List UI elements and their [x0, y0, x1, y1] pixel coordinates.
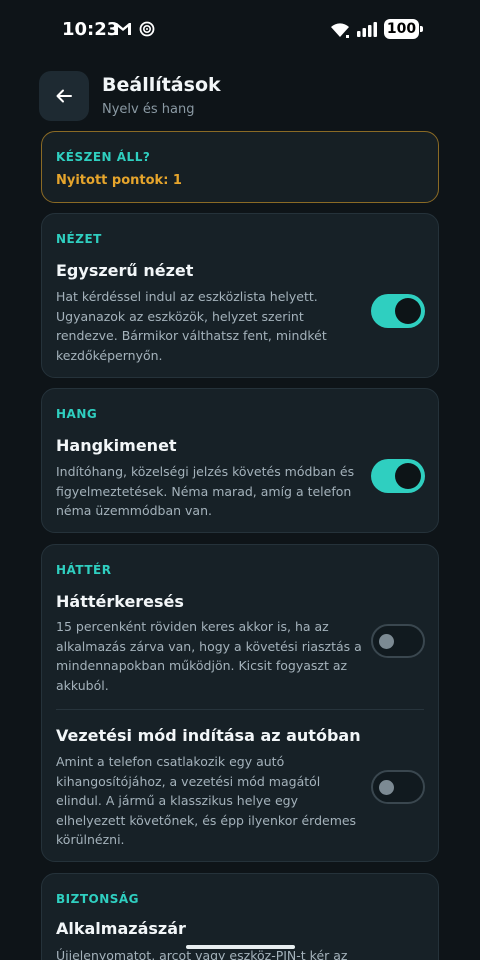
page-title: Beállítások	[102, 74, 221, 96]
toggle-knob	[379, 780, 394, 795]
background-search-title: Háttérkeresés	[56, 592, 184, 611]
background-section-card: HÁTTÉR Háttérkeresés 15 percenként rövid…	[41, 544, 439, 862]
section-label-sound: HANG	[56, 407, 98, 421]
toggle-knob	[395, 463, 421, 489]
section-label-view: NÉZET	[56, 232, 102, 246]
status-bar: 10:23 100	[0, 0, 480, 60]
battery-icon: 100	[384, 19, 423, 39]
open-points-text: Nyitott pontok: 1	[56, 173, 182, 188]
sound-output-toggle[interactable]	[371, 459, 425, 493]
back-button[interactable]	[39, 71, 89, 121]
toggle-knob	[379, 634, 394, 649]
driving-mode-title: Vezetési mód indítása az autóban	[56, 726, 361, 745]
status-time: 10:23	[62, 19, 120, 40]
background-search-toggle[interactable]	[371, 624, 425, 658]
simple-view-title: Egyszerű nézet	[56, 261, 194, 280]
sound-output-description: Indítóhang, közelségi jelzés követés mód…	[56, 464, 355, 518]
battery-level: 100	[386, 21, 417, 37]
sound-section-card: HANG Hangkimenet Indítóhang, közelségi j…	[41, 388, 439, 533]
wifi-icon	[331, 23, 349, 38]
driving-mode-description: Amint a telefon csatlakozik egy autó kih…	[56, 754, 357, 847]
app-lock-title: Alkalmazászár	[56, 919, 186, 938]
ready-label: KÉSZEN ÁLL?	[56, 150, 151, 164]
divider	[56, 709, 424, 710]
ready-card[interactable]: KÉSZEN ÁLL? Nyitott pontok: 1	[41, 131, 439, 203]
simple-view-description: Hat kérdéssel indul az eszközlista helye…	[56, 289, 327, 363]
driving-mode-toggle[interactable]	[371, 770, 425, 804]
view-section-card: NÉZET Egyszerű nézet Hat kérdéssel indul…	[41, 213, 439, 378]
section-label-security: BIZTONSÁG	[56, 892, 140, 906]
ring-icon	[139, 21, 155, 37]
section-label-background: HÁTTÉR	[56, 563, 112, 577]
home-indicator[interactable]	[186, 945, 295, 949]
background-search-description: 15 percenként röviden keres akkor is, ha…	[56, 619, 362, 693]
signal-icon	[357, 22, 377, 37]
gmail-icon	[115, 23, 131, 35]
toggle-knob	[395, 298, 421, 324]
sound-output-title: Hangkimenet	[56, 436, 177, 455]
back-arrow-icon	[56, 89, 72, 103]
simple-view-toggle[interactable]	[371, 294, 425, 328]
page-subtitle: Nyelv és hang	[102, 102, 195, 117]
